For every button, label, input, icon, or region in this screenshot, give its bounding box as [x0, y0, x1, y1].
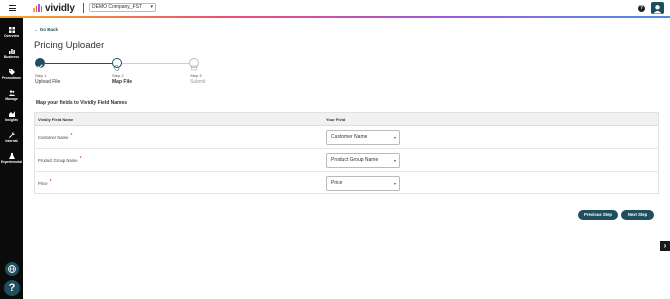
company-select[interactable]: DEMO Company_FST ▾	[89, 3, 156, 12]
chevron-right-icon[interactable]: ›	[660, 241, 670, 251]
table-row: Product Group Name * Product Group Name ▾	[35, 149, 658, 172]
go-back-link[interactable]: ← Go Back	[34, 27, 58, 32]
sidebar-item-business[interactable]: Business	[0, 48, 23, 59]
step-connector-complete	[45, 63, 112, 64]
product-group-name-select[interactable]: Product Group Name ▾	[326, 153, 400, 168]
sidebar-item-label: Overview	[3, 34, 20, 38]
table-row: Customer Name * Customer Name ▾	[35, 126, 658, 149]
top-bar: vividly DEMO Company_FST ▾ ?	[0, 0, 670, 17]
section-label: Map your fields to Vividly Field Names	[36, 100, 128, 106]
required-marker: *	[70, 133, 73, 139]
sidebar-item-promotions[interactable]: Promotions	[0, 69, 23, 80]
required-marker: *	[49, 179, 52, 185]
bar-chart-icon	[8, 49, 15, 54]
header-divider	[83, 3, 84, 13]
sidebar-item-label: Promotions	[2, 76, 21, 80]
grid-icon	[8, 27, 15, 33]
table-header: Vividly Field Name Your Field	[35, 113, 658, 126]
hamburger-menu-icon[interactable]	[9, 5, 16, 11]
stepper: Step 1 Upload File Step 2 Map File Step …	[34, 58, 214, 88]
sidebar-item-experimental[interactable]: Experimental	[0, 153, 23, 164]
page-title: Pricing Uploader	[34, 40, 105, 51]
sidebar-globe-button[interactable]	[5, 262, 19, 276]
user-avatar-icon[interactable]	[651, 2, 664, 14]
step-3-pending-icon	[189, 58, 199, 71]
select-value: Customer Name	[331, 134, 368, 140]
column-header-vividly-field: Vividly Field Name	[38, 117, 74, 122]
step-3-name: Submit	[190, 79, 206, 85]
tag-icon	[8, 69, 15, 75]
field-name: Customer Name *	[38, 133, 73, 140]
select-value: Price	[331, 180, 343, 186]
next-step-button[interactable]: Next Step	[621, 210, 654, 220]
logo-text: vividly	[45, 2, 75, 14]
previous-step-button[interactable]: Previous Step	[578, 210, 618, 220]
sidebar-item-overview[interactable]: Overview	[0, 27, 23, 38]
sidebar-item-label: Internal	[5, 139, 18, 143]
chevron-down-icon: ▾	[150, 4, 153, 10]
help-button[interactable]: ?	[4, 280, 20, 296]
step-1-number: Step 1	[35, 73, 47, 78]
sidebar-item-manage[interactable]: Manage	[0, 90, 23, 101]
wrench-icon	[8, 132, 15, 138]
chart-icon	[8, 111, 15, 117]
company-select-value: DEMO Company_FST	[92, 4, 143, 10]
step-3-number: Step 3	[190, 73, 202, 78]
column-header-your-field: Your Field	[326, 117, 346, 122]
sidebar: Overview Business Promotions Manage Insi…	[0, 18, 23, 299]
step-2-name: Map File	[112, 79, 133, 85]
step-2-number: Step 2	[112, 73, 124, 78]
chevron-down-icon: ▾	[393, 135, 396, 140]
table-row: Price * Price ▾	[35, 172, 658, 195]
help-icon[interactable]: ?	[638, 5, 645, 12]
users-icon	[8, 90, 15, 96]
field-name: Product Group Name *	[38, 156, 82, 163]
flask-icon	[8, 153, 15, 159]
step-1-name: Upload File	[35, 79, 61, 85]
chevron-down-icon: ▾	[393, 158, 396, 163]
sidebar-item-label: Manage	[5, 97, 18, 101]
sidebar-item-label: Business	[3, 55, 20, 59]
globe-icon	[8, 265, 16, 273]
sidebar-item-label: Experimental	[0, 160, 23, 164]
field-name: Price *	[38, 179, 52, 186]
chevron-down-icon: ▾	[393, 181, 396, 186]
sidebar-item-internal[interactable]: Internal	[0, 132, 23, 143]
field-mapping-table: Vividly Field Name Your Field Customer N…	[34, 112, 659, 194]
brand-gradient-line	[0, 16, 670, 18]
select-value: Product Group Name	[331, 157, 379, 163]
vividly-logo[interactable]: vividly	[33, 2, 75, 14]
step-2-active-icon	[112, 58, 122, 71]
price-select[interactable]: Price ▾	[326, 176, 400, 191]
step-1-complete-icon	[35, 58, 45, 69]
logo-bars-icon	[33, 4, 42, 12]
customer-name-select[interactable]: Customer Name ▾	[326, 130, 400, 145]
sidebar-item-label: Insights	[5, 118, 18, 122]
step-connector-pending	[122, 63, 189, 64]
sidebar-item-insights[interactable]: Insights	[0, 111, 23, 122]
required-marker: *	[79, 156, 82, 162]
go-back-label: Go Back	[39, 27, 59, 32]
